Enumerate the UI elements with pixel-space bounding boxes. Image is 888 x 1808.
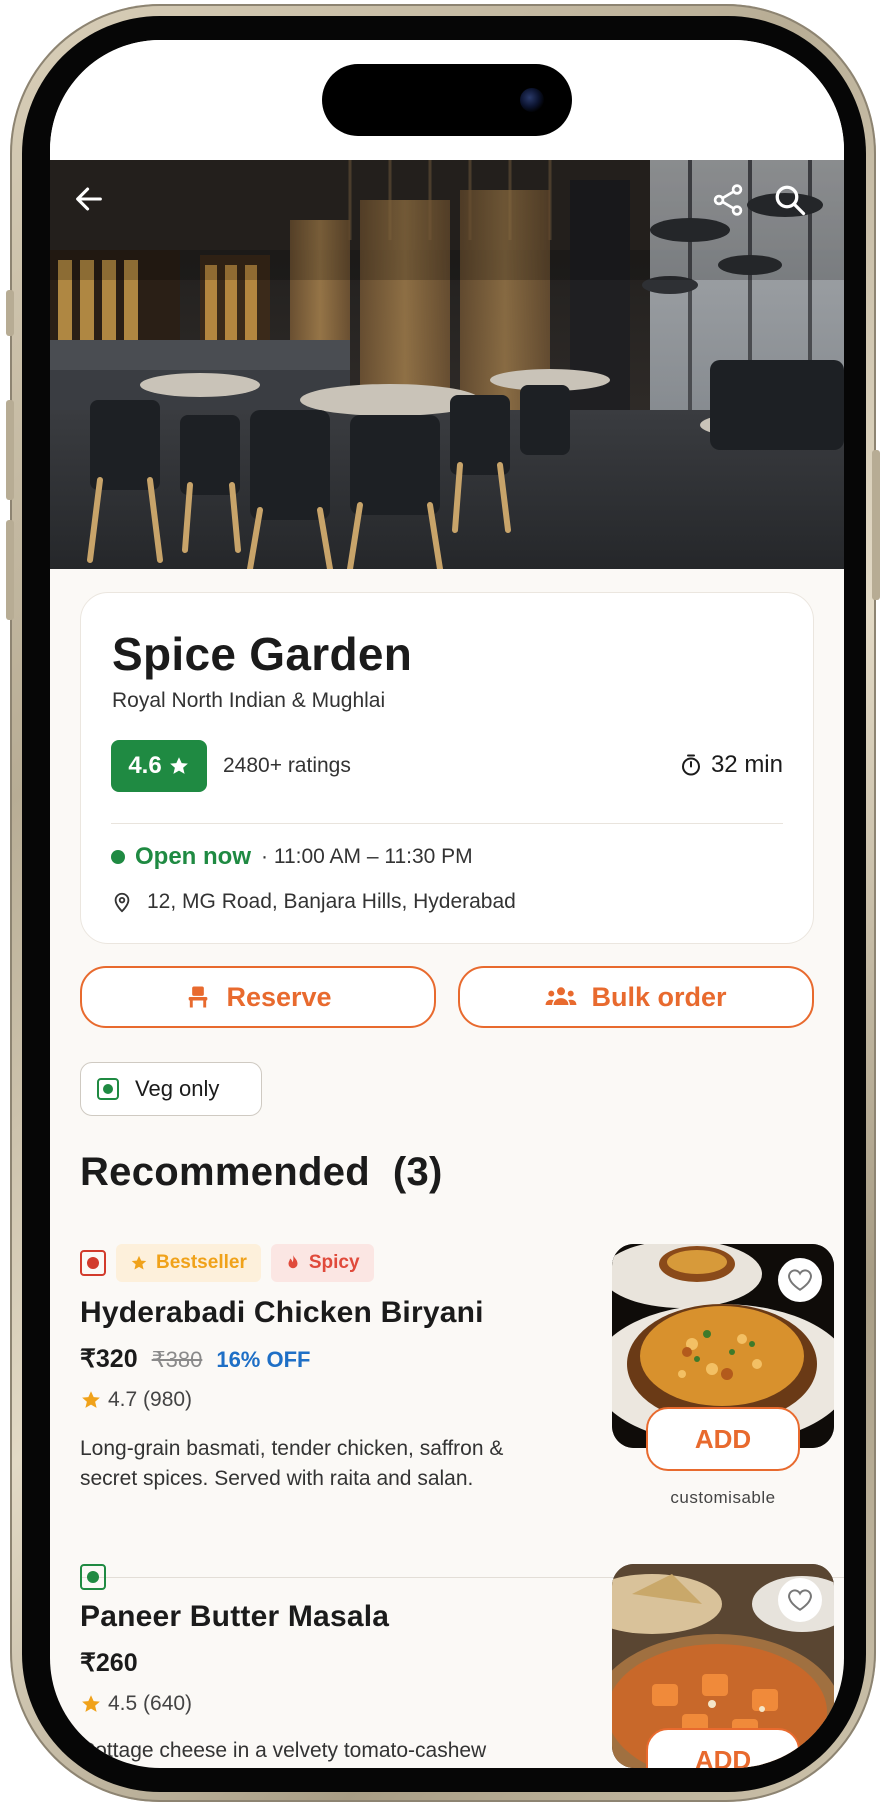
- bulk-order-button[interactable]: Bulk order: [458, 966, 814, 1028]
- veg-only-label: Veg only: [135, 1076, 220, 1101]
- delivery-time-value: 32 min: [710, 751, 783, 778]
- search-button[interactable]: [772, 182, 820, 230]
- address-row[interactable]: 12, MG Road, Banjara Hills, Hyderabad: [111, 890, 516, 914]
- restaurant-hero-image: [50, 160, 844, 569]
- heart-icon: [788, 1269, 812, 1291]
- opening-hours: · 11:00 AM – 11:30 PM: [261, 845, 473, 868]
- side-button: [6, 520, 14, 620]
- veg-only-filter[interactable]: Veg only: [80, 1062, 262, 1116]
- item-rating: 4.5 (640): [80, 1692, 192, 1716]
- item-rating: 4.7 (980): [80, 1388, 192, 1412]
- item-description-line: Cottage cheese in a velvety tomato-cashe…: [80, 1739, 487, 1762]
- group-icon: [546, 987, 577, 1005]
- spicy-tag: Spicy: [270, 1244, 374, 1282]
- card-divider: [111, 823, 783, 824]
- ratings-count[interactable]: 2480+ ratings: [223, 754, 351, 778]
- non-veg-indicator-icon: [80, 1250, 106, 1276]
- side-button: [872, 450, 880, 600]
- rating-badge[interactable]: 4.6: [111, 740, 207, 792]
- item-description: Cottage cheese in a velvety tomato-cashe…: [80, 1736, 580, 1766]
- app-screen: Spice Garden Royal North Indian & Mughla…: [50, 40, 844, 1768]
- arrow-left-icon: [76, 187, 102, 211]
- item-price-row: ₹320 ₹380 16% OFF: [80, 1344, 310, 1374]
- rating-value: 4.6: [128, 752, 162, 779]
- spicy-label: Spicy: [308, 1252, 360, 1273]
- item-rating-value: 4.5 (640): [108, 1692, 193, 1715]
- bestseller-tag: Bestseller: [116, 1244, 261, 1282]
- star-icon: [82, 1391, 100, 1408]
- item-description-line: Long-grain basmati, tender chicken, saff…: [80, 1437, 504, 1460]
- reserve-button[interactable]: Reserve: [80, 966, 436, 1028]
- restaurant-cuisine: Royal North Indian & Mughlai: [112, 689, 386, 712]
- item-tags: [80, 1564, 106, 1590]
- favorite-button[interactable]: [778, 1258, 822, 1302]
- star-icon: [82, 1695, 100, 1712]
- veg-indicator-icon: [97, 1078, 119, 1100]
- star-icon: [169, 757, 188, 774]
- open-status-row: Open now · 11:00 AM – 11:30 PM: [111, 843, 473, 871]
- open-status-dot: [111, 850, 125, 864]
- restaurant-info-card: Spice Garden Royal North Indian & Mughla…: [80, 592, 814, 944]
- item-price-row: ₹260: [80, 1648, 138, 1678]
- item-name: Hyderabadi Chicken Biryani: [80, 1296, 484, 1329]
- reserve-label: Reserve: [226, 981, 332, 1012]
- section-title: Recommended (3): [80, 1150, 443, 1195]
- back-button[interactable]: [72, 182, 120, 230]
- search-icon: [775, 185, 806, 216]
- add-button[interactable]: ADD: [646, 1407, 800, 1471]
- open-status: Open now: [135, 843, 251, 870]
- item-rating-value: 4.7 (980): [108, 1388, 193, 1411]
- favorite-button[interactable]: [778, 1578, 822, 1622]
- veg-indicator-icon: [80, 1564, 106, 1590]
- bulk-order-label: Bulk order: [591, 981, 727, 1012]
- item-description-line: secret spices. Served with raita and sal…: [80, 1467, 474, 1490]
- heart-icon: [788, 1589, 812, 1611]
- share-icon: [713, 184, 743, 216]
- side-button: [6, 290, 14, 336]
- item-name: Paneer Butter Masala: [80, 1600, 390, 1633]
- chair-icon: [189, 986, 208, 1008]
- dynamic-island: [322, 64, 572, 136]
- location-pin-icon: [114, 892, 130, 913]
- side-button: [6, 400, 14, 500]
- item-price: ₹260: [80, 1649, 138, 1677]
- fire-icon: [288, 1254, 298, 1269]
- star-icon: [131, 1255, 147, 1270]
- bestseller-label: Bestseller: [156, 1252, 247, 1273]
- timer-icon: [681, 754, 700, 776]
- section-count: (3): [392, 1150, 443, 1194]
- camera-icon: [520, 88, 544, 112]
- share-button[interactable]: [710, 182, 758, 230]
- item-original-price: ₹380: [151, 1347, 203, 1372]
- section-title-text: Recommended: [80, 1150, 371, 1194]
- delivery-time: 32 min: [679, 751, 783, 779]
- item-price: ₹320: [80, 1345, 138, 1373]
- add-button[interactable]: ADD: [646, 1728, 800, 1768]
- item-tags: Bestseller Spicy: [80, 1244, 374, 1282]
- restaurant-name: Spice Garden: [112, 628, 413, 680]
- item-discount: 16% OFF: [216, 1347, 311, 1372]
- customisable-note: customisable: [670, 1488, 776, 1507]
- address: 12, MG Road, Banjara Hills, Hyderabad: [147, 890, 516, 913]
- item-description: Long-grain basmati, tender chicken, saff…: [80, 1434, 580, 1494]
